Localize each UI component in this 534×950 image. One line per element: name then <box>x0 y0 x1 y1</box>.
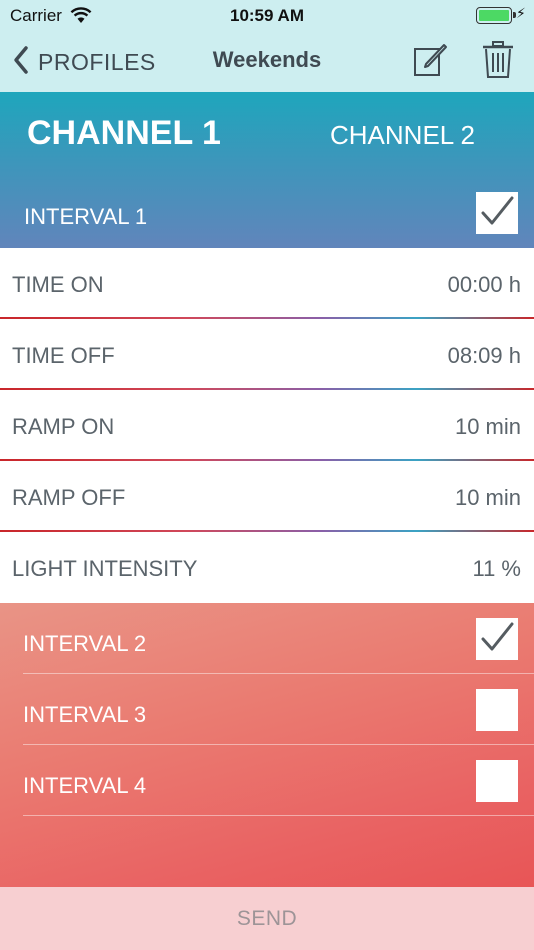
edit-icon <box>412 44 448 82</box>
time-off-label: TIME OFF <box>12 343 115 368</box>
interval-4-label: INTERVAL 4 <box>23 773 147 798</box>
time-off-value: 08:09 h <box>447 343 521 368</box>
interval-2-row[interactable]: INTERVAL 2 <box>23 603 534 674</box>
send-button[interactable]: SEND <box>0 887 534 950</box>
back-button[interactable]: PROFILES <box>10 44 156 81</box>
interval-2-checkbox[interactable] <box>476 618 518 660</box>
back-label: PROFILES <box>38 49 156 75</box>
time-on-row[interactable]: TIME ON 00:00 h <box>0 248 534 319</box>
navigation-bar: PROFILES Weekends <box>0 32 534 92</box>
ramp-off-label: RAMP OFF <box>12 485 126 510</box>
ramp-off-value: 10 min <box>454 485 521 510</box>
time-on-value: 00:00 h <box>447 272 521 297</box>
settings-list: TIME ON 00:00 h TIME OFF 08:09 h RAMP ON… <box>0 248 534 603</box>
row-separator <box>23 815 534 816</box>
tab-channel-2[interactable]: CHANNEL 2 <box>330 120 475 151</box>
interval-3-label: INTERVAL 3 <box>23 702 147 727</box>
ramp-on-value: 10 min <box>454 414 521 439</box>
clock: 10:59 AM <box>229 6 304 25</box>
interval-1-checkbox[interactable] <box>476 192 518 234</box>
ramp-off-row[interactable]: RAMP OFF 10 min <box>0 461 534 532</box>
interval-3-row[interactable]: INTERVAL 3 <box>23 674 534 745</box>
trash-icon <box>482 41 514 84</box>
chevron-left-icon <box>10 44 34 81</box>
interval-1-label: INTERVAL 1 <box>24 204 148 229</box>
channel-header: CHANNEL 1 CHANNEL 2 INTERVAL 1 <box>0 92 534 248</box>
interval-4-row[interactable]: INTERVAL 4 <box>23 745 534 816</box>
interval-3-checkbox[interactable] <box>476 689 518 731</box>
light-intensity-row[interactable]: LIGHT INTENSITY 11 % <box>0 532 534 603</box>
bolt-icon: ⚡ <box>516 5 526 21</box>
delete-button[interactable] <box>482 40 514 80</box>
time-off-row[interactable]: TIME OFF 08:09 h <box>0 319 534 390</box>
ramp-on-row[interactable]: RAMP ON 10 min <box>0 390 534 461</box>
status-bar: Carrier 10:59 AM ⚡ <box>0 0 534 32</box>
interval-4-checkbox[interactable] <box>476 760 518 802</box>
ramp-on-label: RAMP ON <box>12 414 115 439</box>
light-intensity-label: LIGHT INTENSITY <box>12 556 198 581</box>
light-intensity-value: 11 % <box>472 556 521 581</box>
edit-button[interactable] <box>412 42 448 78</box>
battery-icon <box>476 7 516 24</box>
time-on-label: TIME ON <box>12 272 104 297</box>
interval-2-label: INTERVAL 2 <box>23 631 147 656</box>
tab-channel-1[interactable]: CHANNEL 1 <box>27 114 221 153</box>
interval-list: INTERVAL 2 INTERVAL 3 INTERVAL 4 <box>0 603 534 887</box>
